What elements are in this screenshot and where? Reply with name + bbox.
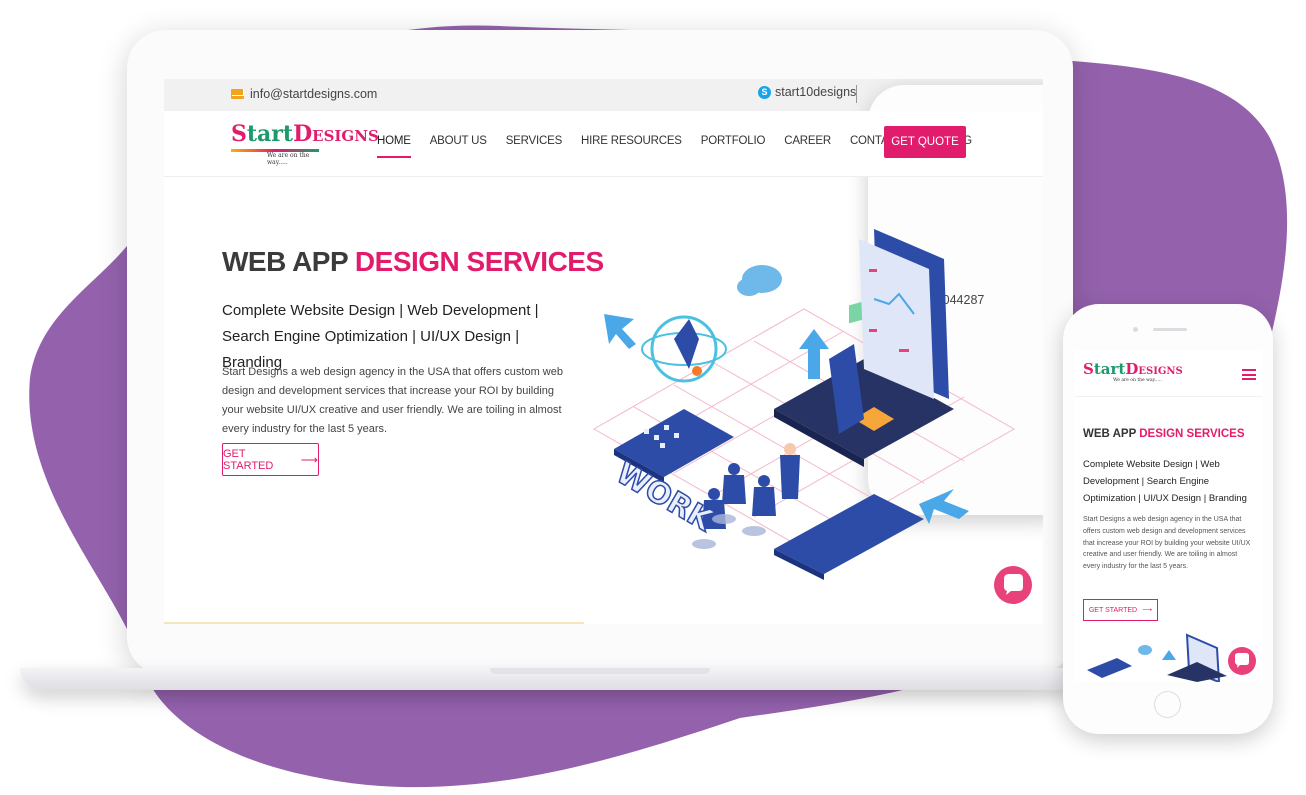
nav-menu: HOME ABOUT US SERVICES HIRE RESOURCES PO… — [377, 135, 972, 158]
phone-home-button[interactable] — [1154, 691, 1181, 718]
envelope-icon — [231, 89, 244, 99]
hero-description: Start Designs a web design agency in the… — [222, 366, 563, 435]
mobile-hero-title-accent: DESIGN SERVICES — [1139, 428, 1245, 440]
get-quote-button[interactable]: GET QUOTE — [884, 126, 966, 158]
mobile-illustration — [1087, 633, 1227, 682]
skype-contact[interactable]: S start10designs — [758, 85, 856, 99]
contact-separator — [856, 85, 857, 103]
mobile-logo-wordmark: StartDESIGNS — [1083, 360, 1183, 378]
mobile-chat-bubble-icon[interactable] — [1227, 643, 1257, 679]
site-logo[interactable]: StartDESIGNS We are on the way..... — [231, 121, 379, 166]
hamburger-menu-icon[interactable] — [1242, 369, 1256, 380]
nav-item-about-us[interactable]: ABOUT US — [430, 135, 487, 147]
skype-text[interactable]: start10designs — [775, 85, 856, 99]
hero-bottom-line — [164, 622, 584, 624]
mobile-header-divider — [1075, 396, 1262, 397]
laptop-screen: info@startdesigns.com S start10designs +… — [164, 79, 1043, 624]
mobile-hero-description: Start Designs a web design agency in the… — [1083, 516, 1251, 571]
skype-icon: S — [758, 85, 771, 99]
mobile-hero-title-plain: WEB APP — [1083, 428, 1137, 440]
top-contact-bar: info@startdesigns.com S start10designs +… — [164, 79, 1043, 515]
nav-item-services[interactable]: SERVICES — [506, 135, 563, 147]
hero-title-plain: WEB APP — [222, 246, 348, 277]
chat-bubble-icon[interactable] — [993, 559, 1033, 609]
mobile-logo-tagline: We are on the way..... — [1113, 378, 1162, 383]
get-started-label: GET STARTED — [223, 447, 274, 472]
phone-speaker — [1153, 328, 1187, 331]
mobile-hero-title: WEB APP DESIGN SERVICES — [1083, 428, 1245, 440]
get-started-button[interactable]: GET STARTED ⟶ — [222, 443, 319, 476]
main-navbar: StartDESIGNS We are on the way..... HOME… — [164, 111, 1043, 177]
mobile-get-started-label: GET STARTED — [1088, 606, 1138, 614]
nav-item-hire-resources[interactable]: HIRE RESOURCES — [581, 135, 682, 147]
email-text[interactable]: info@startdesigns.com — [250, 87, 377, 101]
nav-item-portfolio[interactable]: PORTFOLIO — [701, 135, 766, 147]
arrow-right-icon: ⟶ — [300, 452, 318, 467]
phone-screen: StartDESIGNS We are on the way..... WEB … — [1075, 350, 1262, 682]
logo-tagline: We are on the way..... — [267, 152, 310, 166]
mobile-hero-subtitle: Complete Website Design | Web Developmen… — [1083, 459, 1247, 504]
mobile-site-logo[interactable]: StartDESIGNS We are on the way..... — [1083, 360, 1183, 383]
nav-item-career[interactable]: CAREER — [784, 135, 831, 147]
ghost-background-letters — [164, 584, 1043, 624]
laptop-base — [20, 668, 1110, 690]
email-contact[interactable]: info@startdesigns.com — [231, 87, 377, 101]
mobile-arrow-right-icon: ⟶ — [1142, 607, 1153, 614]
nav-item-home[interactable]: HOME — [377, 135, 411, 158]
phone-camera — [1133, 327, 1138, 332]
mobile-get-started-button[interactable]: GET STARTED ⟶ — [1083, 599, 1158, 621]
logo-wordmark: StartDESIGNS — [231, 121, 379, 147]
laptop-notch — [490, 668, 710, 674]
isometric-work-illustration: WORK — [592, 229, 1016, 580]
hero-title-accent: DESIGN SERVICES — [354, 246, 604, 277]
hero-title: WEB APP DESIGN SERVICES — [222, 246, 604, 278]
